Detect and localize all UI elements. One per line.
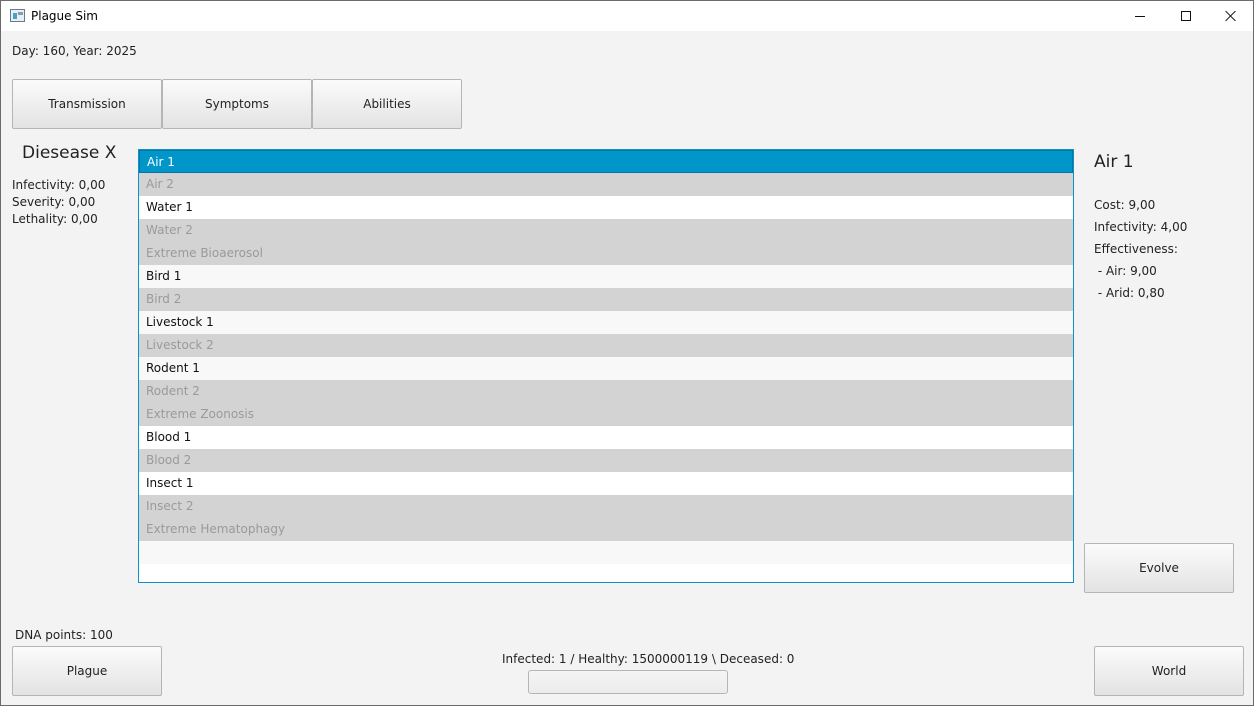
app-window: Plague Sim Day: 160, Year: 2025 Transmis… xyxy=(0,0,1254,706)
close-button[interactable] xyxy=(1208,1,1254,31)
detail-effect-arid: - Arid: 0,80 xyxy=(1094,286,1165,300)
list-item[interactable]: Air 1 xyxy=(139,150,1073,173)
window-title: Plague Sim xyxy=(31,9,98,23)
list-item[interactable]: Rodent 2 xyxy=(139,380,1073,403)
list-item-empty xyxy=(139,541,1073,564)
title-bar[interactable]: Plague Sim xyxy=(1,1,1253,31)
detail-title: Air 1 xyxy=(1094,152,1134,172)
app-icon xyxy=(10,9,25,22)
list-item[interactable]: Air 2 xyxy=(139,173,1073,196)
minimize-button[interactable] xyxy=(1117,1,1163,31)
tab-transmission[interactable]: Transmission xyxy=(12,79,162,129)
list-item[interactable]: Livestock 1 xyxy=(139,311,1073,334)
detail-cost: Cost: 9,00 xyxy=(1094,198,1156,212)
infection-progress-bar xyxy=(528,670,728,694)
tab-abilities[interactable]: Abilities xyxy=(312,79,462,129)
minimize-icon xyxy=(1135,15,1145,17)
close-icon xyxy=(1225,10,1237,22)
transmission-list[interactable]: Air 1 Air 2 Water 1 Water 2 Extreme Bioaeros… xyxy=(138,149,1074,583)
list-item[interactable]: Rodent 1 xyxy=(139,357,1073,380)
disease-name: Diesease X xyxy=(22,143,117,163)
detail-infectivity: Infectivity: 4,00 xyxy=(1094,220,1188,234)
detail-effectiveness-label: Effectiveness: xyxy=(1094,242,1178,256)
date-label: Day: 160, Year: 2025 xyxy=(12,44,137,58)
list-item[interactable]: Bird 1 xyxy=(139,265,1073,288)
list-item[interactable]: Insect 1 xyxy=(139,472,1073,495)
maximize-icon xyxy=(1181,11,1191,21)
list-item[interactable]: Blood 1 xyxy=(139,426,1073,449)
population-status: Infected: 1 / Healthy: 1500000119 \ Dece… xyxy=(502,652,795,666)
list-item[interactable]: Water 2 xyxy=(139,219,1073,242)
maximize-button[interactable] xyxy=(1163,1,1209,31)
disease-lethality: Lethality: 0,00 xyxy=(12,212,98,226)
tab-symptoms[interactable]: Symptoms xyxy=(162,79,312,129)
detail-effect-air: - Air: 9,00 xyxy=(1094,264,1157,278)
list-item[interactable]: Bird 2 xyxy=(139,288,1073,311)
disease-infectivity: Infectivity: 0,00 xyxy=(12,178,106,192)
list-item[interactable]: Blood 2 xyxy=(139,449,1073,472)
world-button[interactable]: World xyxy=(1094,646,1244,696)
list-item[interactable]: Insect 2 xyxy=(139,495,1073,518)
evolve-button[interactable]: Evolve xyxy=(1084,543,1234,593)
list-item[interactable]: Extreme Zoonosis xyxy=(139,403,1073,426)
plague-button[interactable]: Plague xyxy=(12,646,162,696)
list-item[interactable]: Extreme Hematophagy xyxy=(139,518,1073,541)
list-item[interactable]: Livestock 2 xyxy=(139,334,1073,357)
list-item[interactable]: Extreme Bioaerosol xyxy=(139,242,1073,265)
disease-severity: Severity: 0,00 xyxy=(12,195,96,209)
dna-points-label: DNA points: 100 xyxy=(15,628,113,642)
list-item[interactable]: Water 1 xyxy=(139,196,1073,219)
